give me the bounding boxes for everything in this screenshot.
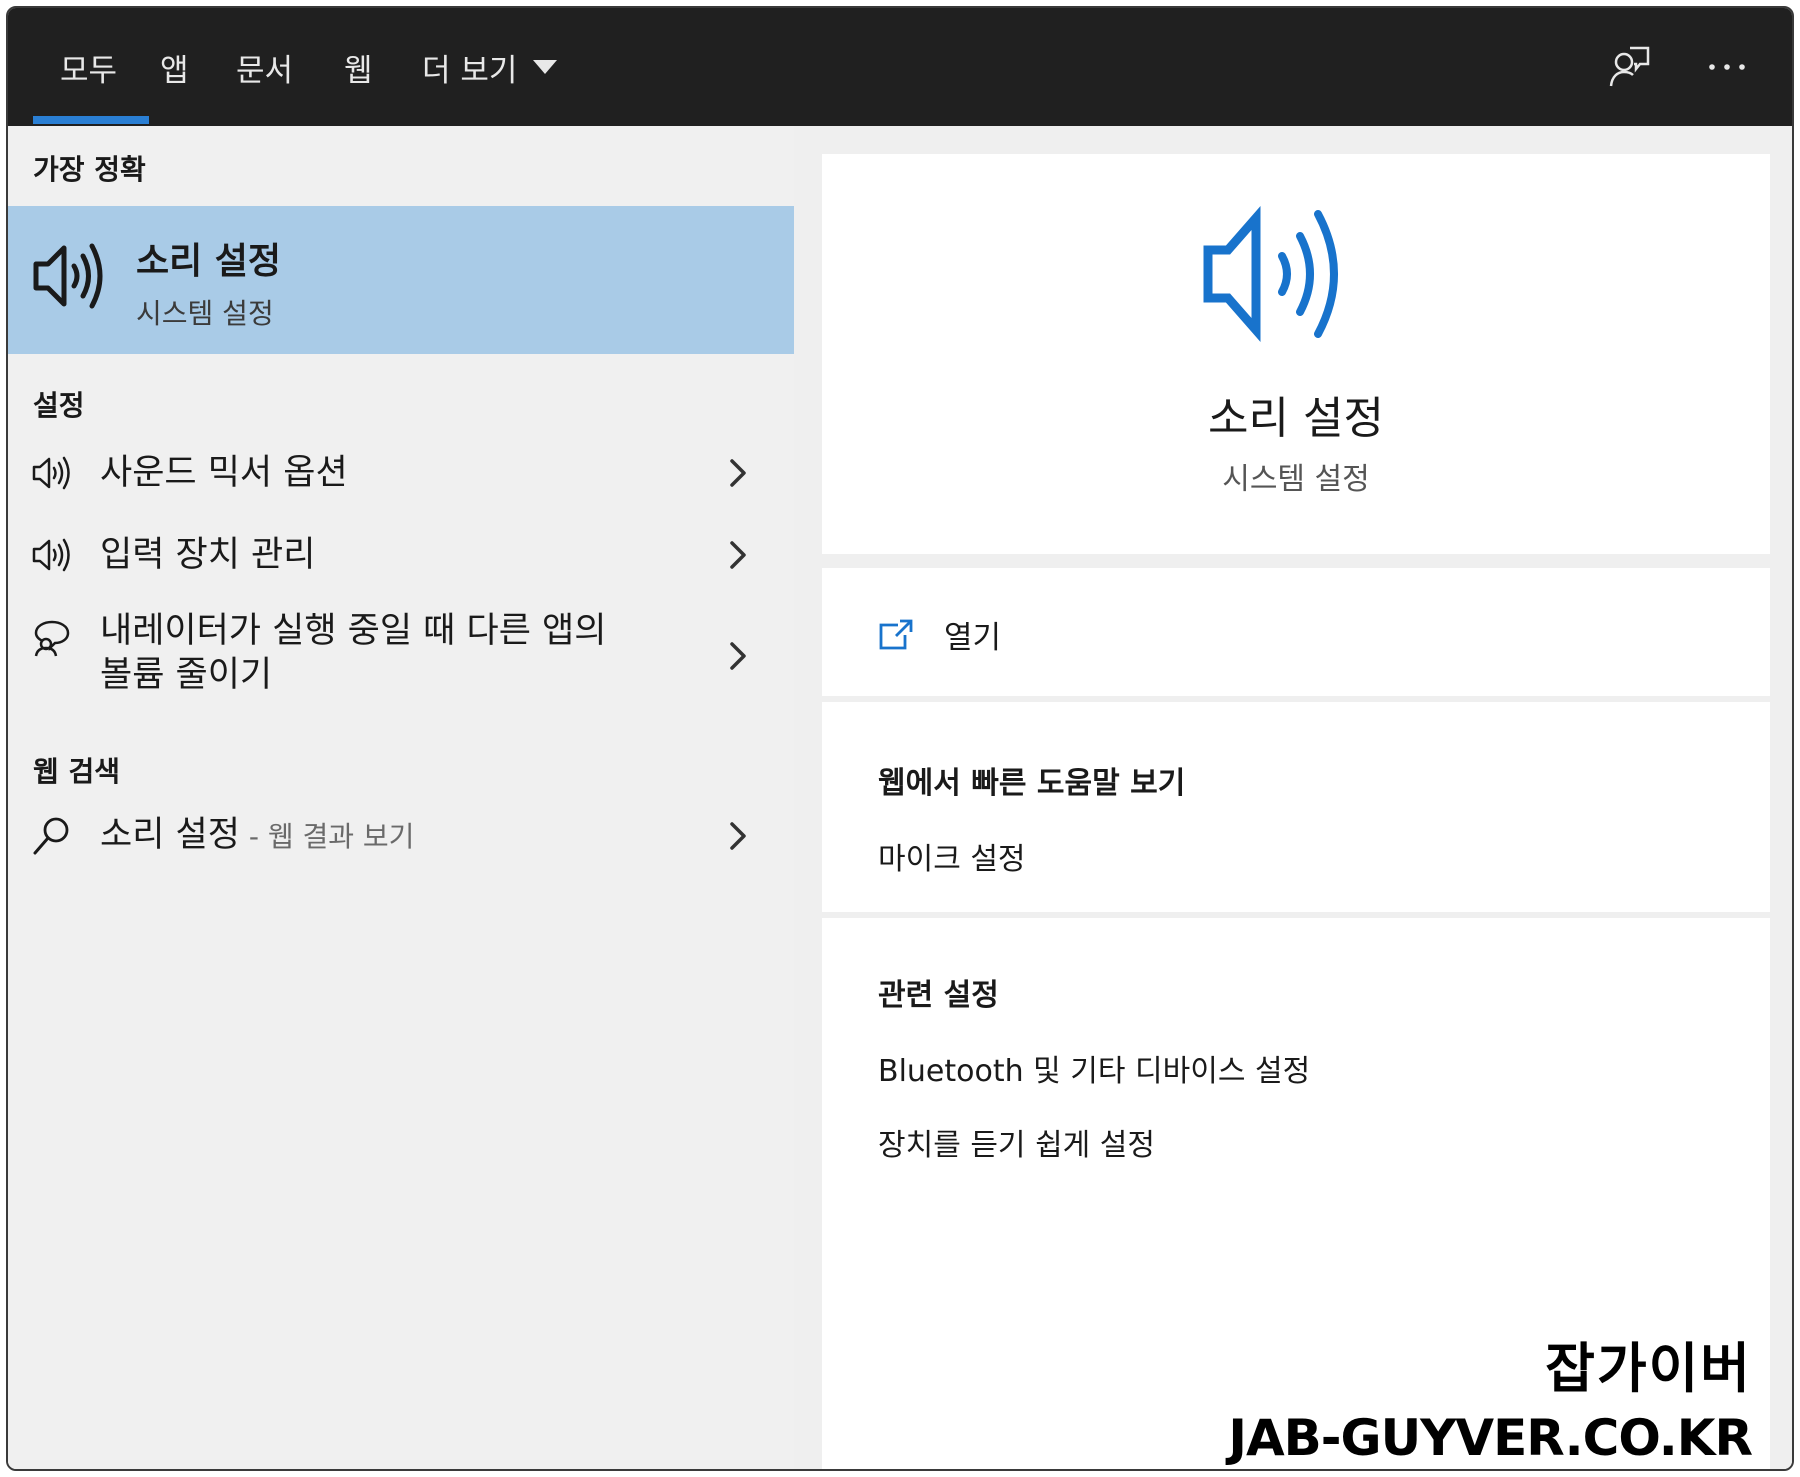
watermark-url: JAB-GUYVER.CO.KR bbox=[1228, 1409, 1753, 1467]
best-match-item[interactable]: 소리 설정 시스템 설정 bbox=[8, 206, 794, 354]
best-match-subtitle: 시스템 설정 bbox=[136, 297, 274, 330]
watermark: 잡가이버 JAB-GUYVER.CO.KR bbox=[1228, 1324, 1753, 1467]
speaker-icon bbox=[33, 243, 103, 309]
narrator-icon bbox=[34, 620, 70, 657]
settings-item-label-line2: 볼륨 줄이기 bbox=[100, 655, 273, 695]
tab-apps[interactable]: 앱 bbox=[160, 8, 189, 126]
preview-subtitle: 시스템 설정 bbox=[1222, 462, 1370, 497]
settings-item-label-line1: 내레이터가 실행 중일 때 다른 앱의 bbox=[100, 611, 607, 651]
open-label: 열기 bbox=[944, 620, 1002, 656]
web-search-item[interactable]: 소리 설정 - 웹 결과 보기 bbox=[8, 800, 794, 872]
best-match-title: 소리 설정 bbox=[136, 241, 282, 282]
preview-hero-card: 소리 설정 시스템 설정 bbox=[822, 154, 1770, 554]
open-button[interactable]: 열기 bbox=[878, 612, 1001, 657]
speaker-icon bbox=[32, 456, 70, 490]
related-settings-heading: 관련 설정 bbox=[878, 978, 999, 1013]
top-bar: 모두 앱 문서 웹 더 보기 bbox=[8, 8, 1792, 126]
web-search-heading: 웹 검색 bbox=[33, 755, 121, 788]
web-search-query: 소리 설정 bbox=[100, 815, 240, 855]
speaker-icon bbox=[32, 538, 70, 572]
chevron-right-icon bbox=[730, 822, 746, 850]
settings-item-input-devices[interactable]: 입력 장치 관리 bbox=[8, 520, 794, 590]
speaker-icon bbox=[1203, 206, 1338, 342]
tab-web-label: 웹 bbox=[344, 52, 373, 89]
related-link-bluetooth[interactable]: Bluetooth 및 기타 디바이스 설정 bbox=[878, 1046, 1310, 1090]
active-tab-indicator bbox=[33, 116, 149, 124]
watermark-title: 잡가이버 bbox=[1544, 1336, 1752, 1401]
results-pane: 가장 정확 소리 설정 시스템 설정 설정 사운드 믹서 옵션 입력 장치 관리… bbox=[8, 126, 794, 1469]
related-link-hearing[interactable]: 장치를 듣기 쉽게 설정 bbox=[878, 1120, 1155, 1164]
open-external-icon bbox=[879, 619, 913, 649]
settings-item-label: 입력 장치 관리 bbox=[100, 535, 316, 575]
web-search-hint: - 웹 결과 보기 bbox=[239, 820, 415, 853]
preview-pane: 소리 설정 시스템 설정 열기 웹에서 빠른 도움말 보기 마이크 설정 관련 … bbox=[794, 126, 1792, 1469]
chevron-right-icon bbox=[730, 459, 746, 487]
settings-item-sound-mixer[interactable]: 사운드 믹서 옵션 bbox=[8, 438, 794, 508]
web-search-label: 소리 설정 - 웹 결과 보기 bbox=[100, 812, 414, 860]
settings-heading: 설정 bbox=[33, 389, 85, 422]
tab-more-label: 더 보기 bbox=[422, 52, 518, 89]
settings-item-label: 사운드 믹서 옵션 bbox=[100, 453, 348, 493]
chevron-right-icon bbox=[730, 642, 746, 670]
tab-all[interactable]: 모두 bbox=[60, 8, 117, 126]
tab-documents[interactable]: 문서 bbox=[236, 8, 293, 126]
best-match-heading: 가장 정확 bbox=[33, 153, 146, 186]
settings-item-narrator-volume[interactable]: 내레이터가 실행 중일 때 다른 앱의 볼륨 줄이기 bbox=[8, 602, 794, 710]
search-icon bbox=[33, 817, 69, 855]
tab-apps-label: 앱 bbox=[160, 52, 189, 89]
tab-web[interactable]: 웹 bbox=[344, 8, 373, 126]
caret-down-icon bbox=[533, 60, 558, 74]
preview-title: 소리 설정 bbox=[1208, 393, 1384, 444]
quick-help-heading: 웹에서 빠른 도움말 보기 bbox=[878, 766, 1186, 801]
search-window: 모두 앱 문서 웹 더 보기 가장 정확 소리 설정 시스템 설정 설정 사운드… bbox=[6, 6, 1794, 1471]
tab-documents-label: 문서 bbox=[236, 52, 294, 89]
quick-help-card: 웹에서 빠른 도움말 보기 마이크 설정 bbox=[822, 702, 1770, 912]
quick-help-link-mic[interactable]: 마이크 설정 bbox=[878, 834, 1026, 878]
more-ellipsis-icon[interactable] bbox=[1704, 44, 1750, 90]
feedback-person-icon[interactable] bbox=[1606, 44, 1652, 90]
chevron-right-icon bbox=[730, 541, 746, 569]
tab-more[interactable]: 더 보기 bbox=[422, 8, 558, 126]
open-action-card: 열기 bbox=[822, 568, 1770, 696]
tab-all-label: 모두 bbox=[60, 52, 118, 89]
